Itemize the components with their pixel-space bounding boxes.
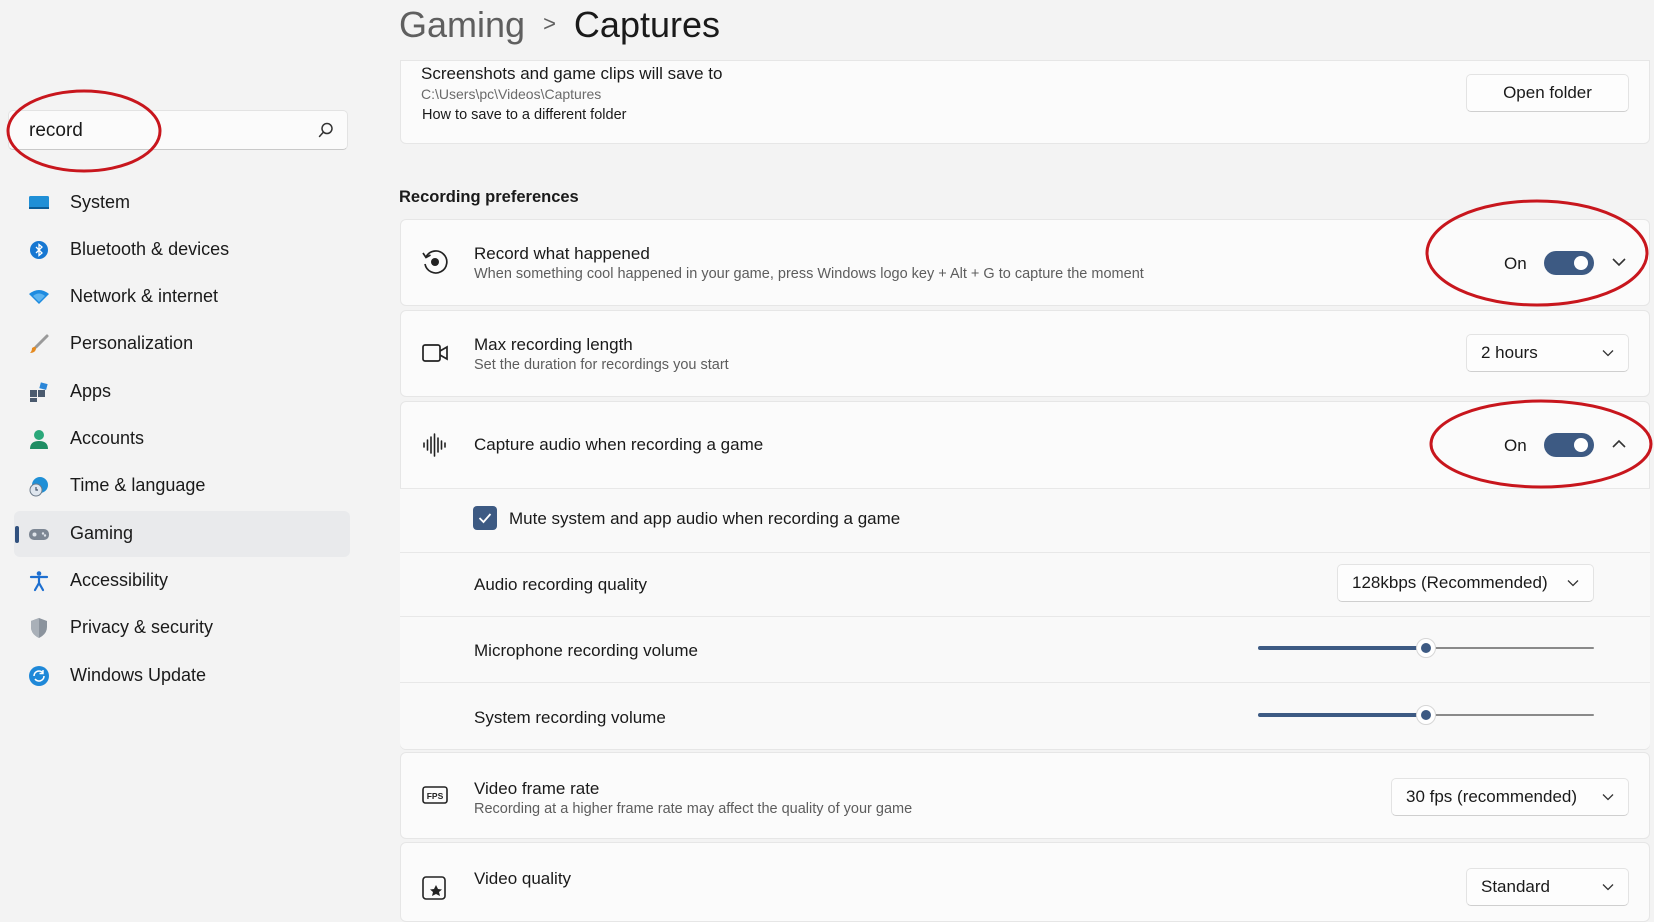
sidebar-item-network[interactable]: Network & internet [14, 274, 350, 320]
section-title: Recording preferences [399, 188, 579, 206]
toggle-state-label: On [1504, 254, 1527, 273]
sidebar-item-label: Gaming [70, 523, 134, 543]
capture-audio-toggle[interactable] [1544, 433, 1594, 457]
update-icon [29, 666, 49, 686]
dropdown-value: 128kbps (Recommended) [1352, 573, 1548, 592]
fps-icon: FPS [422, 786, 448, 804]
chevron-down-icon[interactable] [1611, 257, 1627, 267]
divider [400, 552, 1650, 553]
divider [400, 682, 1650, 683]
sidebar-item-windows-update[interactable]: Windows Update [14, 653, 350, 699]
video-camera-icon [422, 344, 448, 362]
sidebar-item-system[interactable]: System [14, 180, 350, 226]
video-quality-title: Video quality [474, 869, 572, 888]
sidebar: System Bluetooth & devices Network & int… [0, 0, 360, 905]
open-folder-button[interactable]: Open folder [1466, 74, 1629, 112]
sidebar-item-time-language[interactable]: Time & language [14, 463, 350, 509]
sidebar-item-privacy[interactable]: Privacy & security [14, 605, 350, 651]
chevron-down-icon [1602, 884, 1614, 891]
dropdown-value: 30 fps (recommended) [1406, 787, 1578, 806]
chevron-up-icon[interactable] [1611, 439, 1627, 449]
checkmark-icon [478, 513, 492, 524]
chevron-down-icon [1602, 350, 1614, 357]
sidebar-item-accounts[interactable]: Accounts [14, 416, 350, 462]
sidebar-item-label: Privacy & security [70, 617, 214, 637]
toggle-state-label: On [1504, 436, 1527, 455]
sidebar-item-apps[interactable]: Apps [14, 369, 350, 415]
active-indicator [15, 526, 19, 543]
apps-icon [30, 382, 48, 402]
frame-rate-dropdown[interactable]: 30 fps (recommended) [1391, 778, 1629, 816]
audio-quality-dropdown[interactable]: 128kbps (Recommended) [1337, 564, 1594, 602]
system-volume-label: System recording volume [474, 708, 666, 727]
different-folder-link[interactable]: How to save to a different folder [422, 107, 626, 123]
gamepad-icon [29, 529, 49, 540]
sidebar-item-label: Apps [70, 381, 112, 401]
divider [400, 616, 1650, 617]
accessibility-icon [29, 571, 49, 592]
breadcrumb-current: Captures [573, 4, 720, 45]
divider [400, 488, 1650, 489]
svg-text:FPS: FPS [427, 791, 444, 801]
max-recording-length-title: Max recording length [474, 335, 633, 354]
chevron-down-icon [1602, 794, 1614, 801]
audio-waveform-icon [423, 433, 446, 457]
sidebar-item-label: Time & language [70, 475, 206, 495]
page-title: Gaming > Captures [399, 4, 720, 46]
search-icon[interactable] [317, 121, 335, 139]
dropdown-value: Standard [1481, 877, 1550, 896]
sidebar-item-bluetooth[interactable]: Bluetooth & devices [14, 227, 350, 273]
video-quality-card [400, 842, 1650, 922]
slider-thumb[interactable] [1416, 705, 1436, 725]
max-recording-length-desc: Set the duration for recordings you star… [474, 357, 729, 373]
mic-volume-label: Microphone recording volume [474, 641, 698, 660]
system-volume-slider[interactable] [1258, 705, 1594, 725]
sidebar-item-label: System [70, 192, 131, 212]
sidebar-item-label: Accessibility [70, 570, 169, 590]
mute-audio-checkbox[interactable] [473, 506, 497, 530]
shield-icon [31, 618, 47, 638]
sidebar-item-label: Network & internet [70, 286, 219, 306]
chevron-right-icon: > [543, 11, 556, 36]
captures-location-title: Screenshots and game clips will save to [421, 64, 723, 83]
capture-audio-title: Capture audio when recording a game [474, 435, 764, 454]
video-quality-icon [422, 876, 446, 900]
sidebar-item-personalization[interactable]: Personalization [14, 321, 350, 367]
wifi-icon [29, 290, 49, 304]
search-box[interactable] [8, 110, 348, 151]
dropdown-value: 2 hours [1481, 343, 1538, 362]
mute-audio-label[interactable]: Mute system and app audio when recording… [509, 509, 900, 529]
search-input[interactable] [27, 111, 321, 151]
mic-volume-slider[interactable] [1258, 638, 1594, 658]
record-replay-icon [422, 250, 448, 274]
bluetooth-icon [30, 241, 48, 259]
breadcrumb-gaming[interactable]: Gaming [399, 4, 525, 45]
frame-rate-title: Video frame rate [474, 779, 600, 798]
record-what-happened-toggle[interactable] [1544, 251, 1594, 275]
frame-rate-desc: Recording at a higher frame rate may aff… [474, 801, 913, 817]
slider-thumb[interactable] [1416, 638, 1436, 658]
video-quality-dropdown[interactable]: Standard [1466, 868, 1629, 906]
audio-quality-label: Audio recording quality [474, 575, 647, 594]
record-what-happened-title: Record what happened [474, 244, 650, 263]
brush-icon [30, 334, 49, 353]
sidebar-item-label: Bluetooth & devices [70, 239, 230, 259]
sidebar-item-label: Windows Update [70, 665, 207, 685]
chevron-down-icon [1567, 580, 1579, 587]
captures-path: C:\Users\pc\Videos\Captures [421, 86, 602, 102]
max-length-dropdown[interactable]: 2 hours [1466, 334, 1629, 372]
sidebar-item-gaming[interactable]: Gaming [14, 511, 350, 557]
sidebar-item-accessibility[interactable]: Accessibility [14, 558, 350, 604]
sidebar-item-label: Personalization [70, 333, 194, 353]
sidebar-item-label: Accounts [70, 428, 145, 448]
person-icon [30, 430, 48, 449]
system-icon [29, 196, 49, 209]
globe-clock-icon [29, 477, 48, 497]
record-what-happened-desc: When something cool happened in your gam… [474, 266, 1144, 282]
